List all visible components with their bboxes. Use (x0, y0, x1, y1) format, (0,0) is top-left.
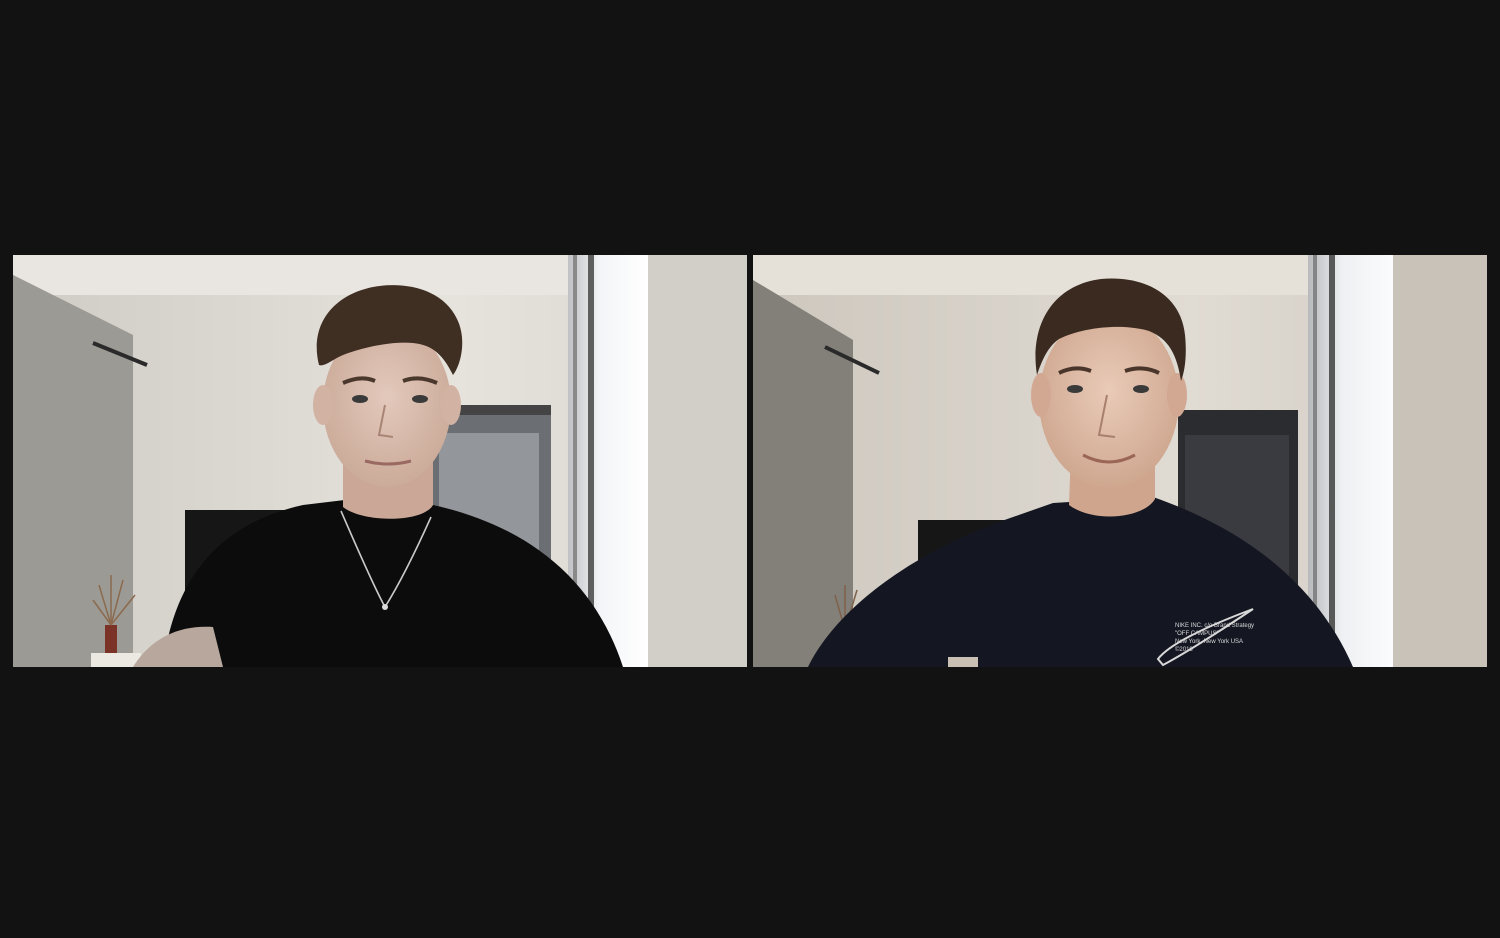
meeting-stage: NIKE INC. c/o Brand Strategy "OFF CAMPUS… (0, 0, 1500, 938)
side-wall (641, 255, 747, 667)
shirt-print-line-2: "OFF CAMPUS" (1175, 631, 1219, 637)
participant-video-tile-left[interactable] (13, 255, 747, 667)
window (1308, 255, 1393, 667)
participant-video-tile-right[interactable]: NIKE INC. c/o Brand Strategy "OFF CAMPUS… (753, 255, 1487, 667)
shirt-print-line-3: New York, New York USA (1175, 639, 1243, 645)
shirt-print-line-1: NIKE INC. c/o Brand Strategy (1175, 623, 1254, 629)
shirt-print-line-4: ©2018 (1175, 646, 1193, 653)
participant-video-right: NIKE INC. c/o Brand Strategy "OFF CAMPUS… (753, 255, 1487, 667)
participant-video-left (13, 255, 747, 667)
vase (105, 625, 117, 655)
